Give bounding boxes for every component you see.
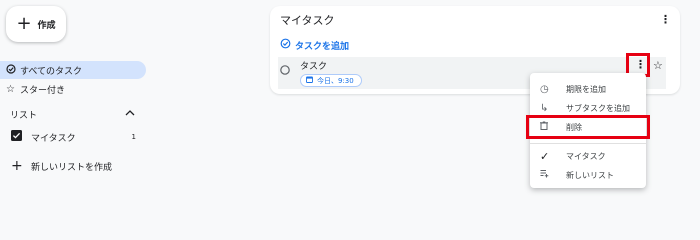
star-icon: ☆ <box>6 83 15 95</box>
task-complete-circle[interactable] <box>280 60 290 79</box>
star-icon[interactable]: ☆ <box>653 59 663 72</box>
plus-icon: + <box>11 158 23 174</box>
nav-item-all-tasks[interactable]: すべてのタスク <box>6 63 82 77</box>
menu-item-label: サブタスクを追加 <box>566 103 630 113</box>
menu-item-add-due-date[interactable]: ◷ 期限を追加 <box>530 82 646 96</box>
due-date-label: 今日、9:30 <box>317 76 354 85</box>
menu-item-new-list[interactable]: 新しいリスト <box>530 168 646 182</box>
add-task-label: タスクを追加 <box>295 41 350 52</box>
list-more-icon[interactable]: ⋮ <box>660 14 671 25</box>
list-item-my-tasks[interactable]: マイタスク 1 <box>11 130 136 144</box>
trash-icon <box>540 121 556 133</box>
nav-item-starred[interactable]: ☆ スター付き <box>6 82 65 96</box>
list-item-label: マイタスク <box>31 133 76 144</box>
menu-item-delete[interactable]: 削除 <box>530 120 646 134</box>
menu-item-my-tasks[interactable]: ✓ マイタスク <box>530 149 646 163</box>
add-task-icon <box>280 38 295 52</box>
create-label: 作成 <box>37 20 56 31</box>
list-title: マイタスク <box>280 14 335 27</box>
task-title[interactable]: タスク <box>300 59 327 72</box>
subtask-icon: ↳ <box>540 102 549 114</box>
add-task-button[interactable]: タスクを追加 <box>280 38 349 52</box>
new-list-icon <box>540 169 556 181</box>
chevron-up-icon <box>125 109 135 119</box>
plus-icon: + <box>16 13 32 34</box>
menu-item-add-subtask[interactable]: ↳ サブタスクを追加 <box>530 101 646 115</box>
list-item-count: 1 <box>131 133 136 141</box>
lists-header-label: リスト <box>10 110 38 121</box>
due-date-chip[interactable]: 今日、9:30 <box>300 74 362 87</box>
nav-label-all-tasks: すべてのタスク <box>20 66 83 77</box>
menu-item-label: マイタスク <box>566 151 606 161</box>
menu-divider <box>530 143 646 144</box>
lists-header[interactable]: リスト <box>10 107 135 121</box>
menu-item-label: 新しいリスト <box>566 170 614 180</box>
menu-item-label: 期限を追加 <box>566 84 606 94</box>
menu-item-label: 削除 <box>566 122 582 132</box>
new-list-button[interactable]: + 新しいリストを作成 <box>11 158 113 174</box>
check-circle-icon <box>6 63 20 77</box>
nav-label-starred: スター付き <box>20 85 66 96</box>
check-icon: ✓ <box>540 149 550 163</box>
clock-icon: ◷ <box>540 83 549 95</box>
new-list-label: 新しいリストを作成 <box>31 162 113 173</box>
calendar-icon <box>306 76 313 85</box>
create-button[interactable]: + 作成 <box>6 6 66 42</box>
checkbox-checked-icon[interactable] <box>11 130 31 144</box>
task-more-icon[interactable]: ⋮ <box>635 59 646 70</box>
